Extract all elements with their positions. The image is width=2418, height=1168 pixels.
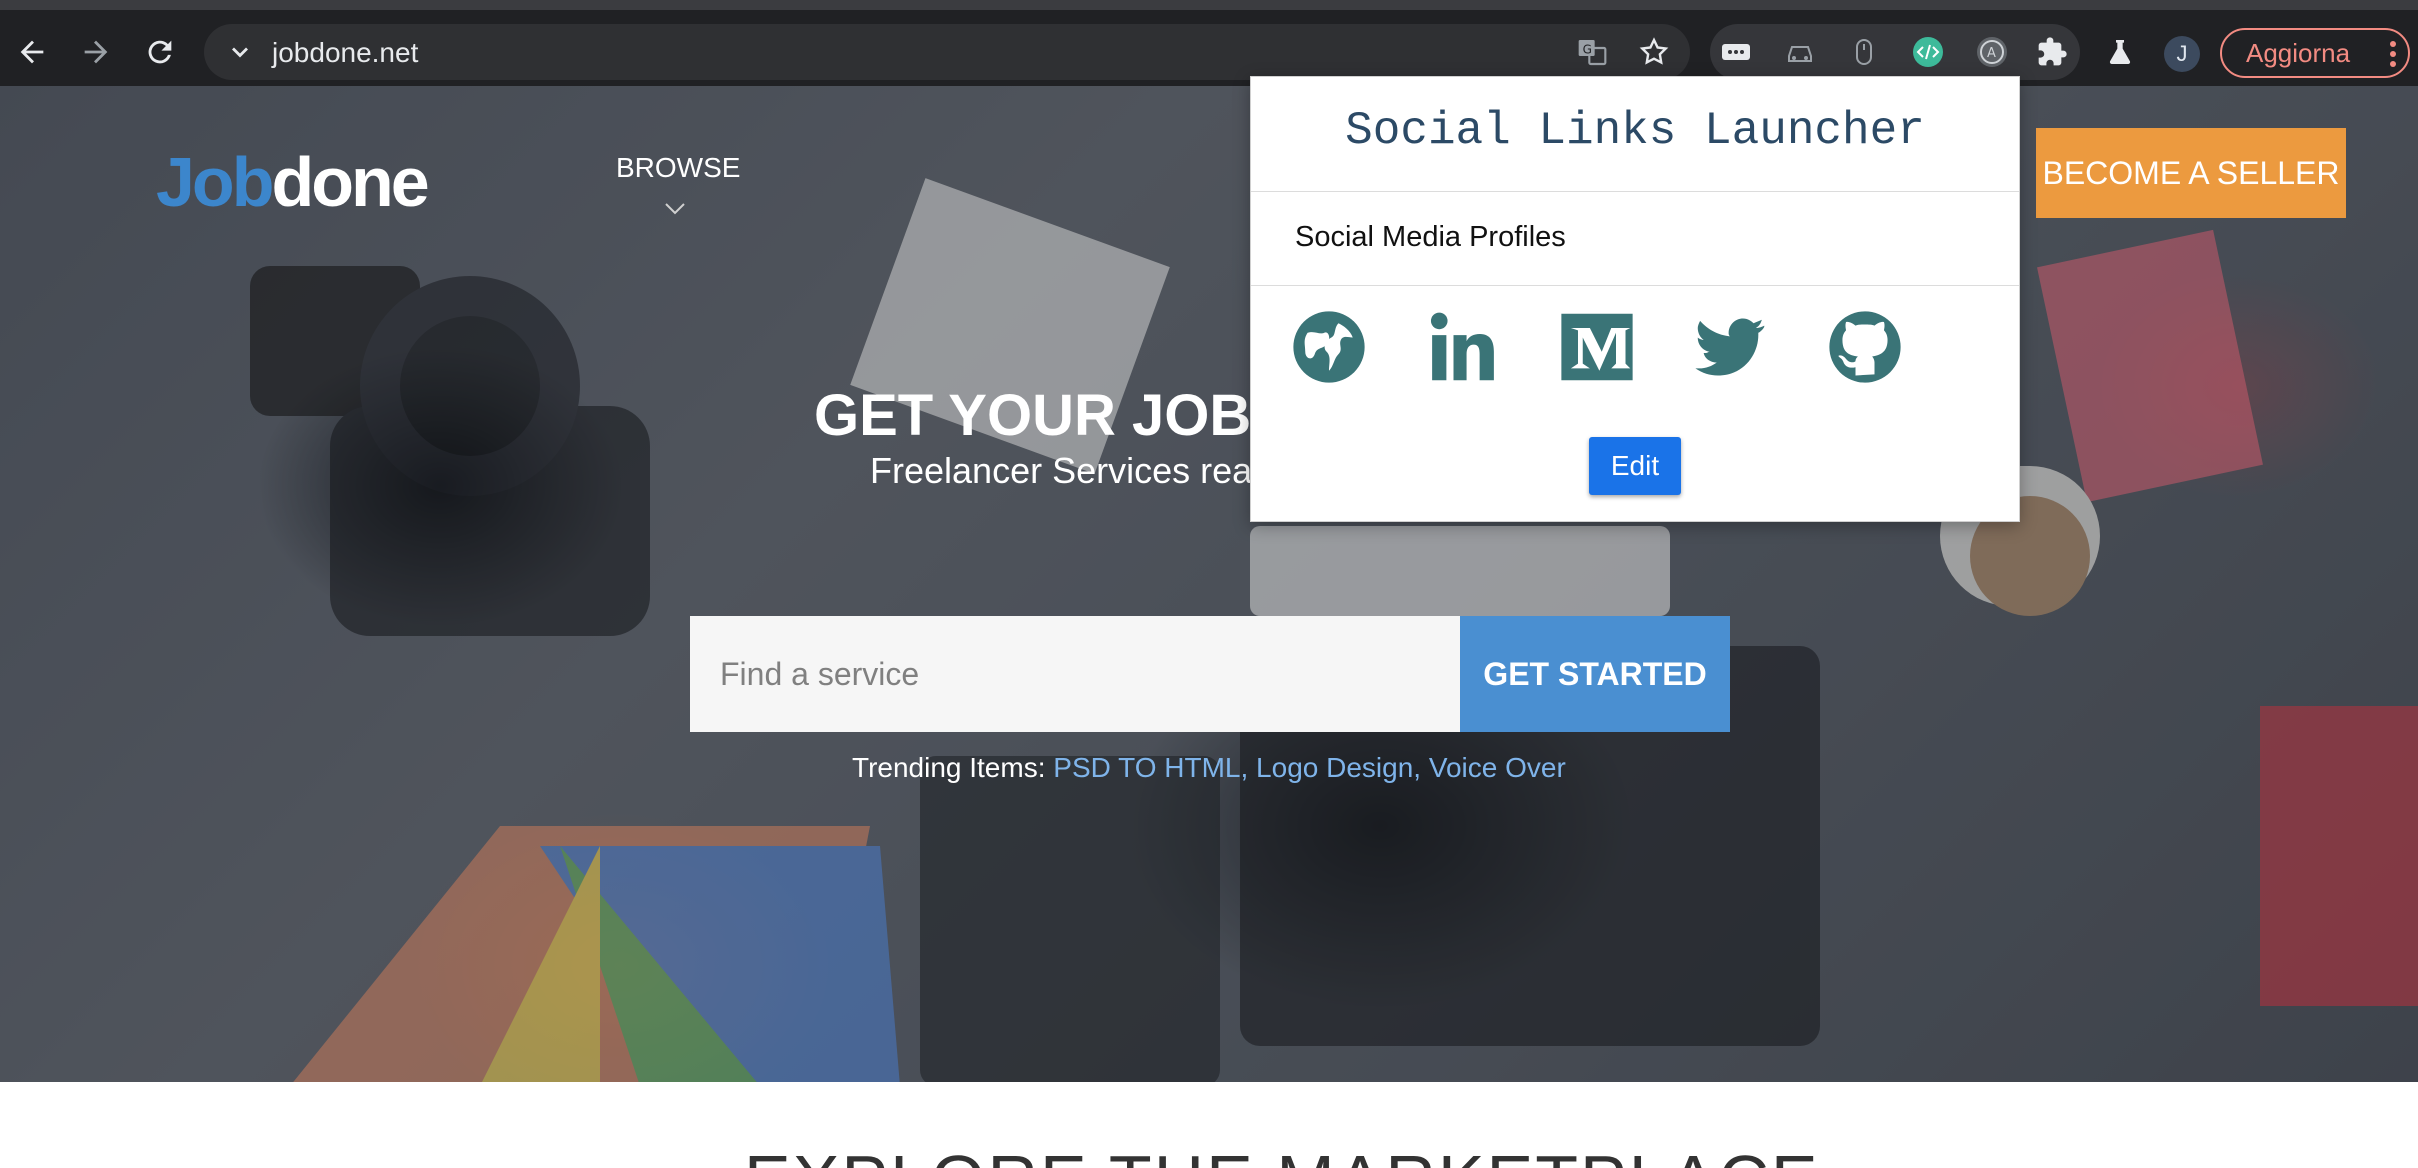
search-input[interactable] [690,616,1460,732]
twitter-icon[interactable] [1693,309,1769,385]
trending-links[interactable]: PSD TO HTML, Logo Design, Voice Over [1053,752,1566,783]
social-launcher-ext-icon[interactable]: A [1976,36,2008,68]
trending-items: Trending Items: PSD TO HTML, Logo Design… [852,752,1566,784]
labs-flask-icon[interactable] [2104,36,2136,68]
browse-menu[interactable]: BROWSE [616,152,740,184]
popup-title: Social Links Launcher [1345,105,1925,157]
jobdone-logo[interactable]: Jobdone [156,142,430,222]
chevron-down-icon[interactable] [664,202,686,216]
forward-button[interactable] [76,32,116,72]
trending-label: Trending Items: [852,752,1046,783]
code-ext-icon[interactable] [1912,36,1944,68]
ext-dots-icon[interactable] [1720,36,1752,68]
svg-text:A: A [1987,46,1996,61]
svg-text:G: G [1583,42,1592,56]
edit-button[interactable]: Edit [1589,437,1681,495]
medium-icon[interactable] [1559,309,1635,385]
linkedin-icon[interactable] [1425,309,1501,385]
car-ext-icon[interactable] [1784,36,1816,68]
divider [1251,191,2019,192]
back-button[interactable] [12,32,52,72]
back-arrow-icon [20,40,44,64]
divider [1251,285,2019,286]
globe-icon[interactable] [1291,309,1367,385]
hero-subline: Freelancer Services rea [870,450,1253,491]
browser-toolbar: jobdone.net G A J Aggiorna [0,0,2418,86]
hero-section: Jobdone BROWSE BECOME A SELLER GET YOUR … [0,86,2418,1082]
social-links-popup: Social Links Launcher Social Media Profi… [1250,76,2020,522]
profile-avatar[interactable]: J [2164,36,2200,72]
explore-title: EXPLORE THE MARKETPLACE [744,1140,1820,1168]
github-icon[interactable] [1827,309,1903,385]
address-bar[interactable]: jobdone.net G [204,24,1690,80]
search-bar: GET STARTED [690,616,1730,732]
bookmark-star-icon[interactable] [1638,36,1670,68]
background-photo [250,178,2418,1082]
chevron-down-icon[interactable] [226,38,254,66]
popup-subtitle: Social Media Profiles [1295,221,1566,253]
become-seller-button[interactable]: BECOME A SELLER [2036,128,2346,218]
url-text[interactable]: jobdone.net [272,37,418,69]
update-button[interactable]: Aggiorna [2220,28,2410,78]
reload-button[interactable] [140,32,180,72]
explore-section: EXPLORE THE MARKETPLACE [0,1082,2418,1168]
browser-menu-icon[interactable] [2390,41,2396,71]
extensions-group: A [1710,24,2080,80]
mouse-ext-icon[interactable] [1848,36,1880,68]
reload-icon [148,40,172,64]
hero-headline: GET YOUR JOB [814,383,1252,448]
get-started-button[interactable]: GET STARTED [1460,616,1730,732]
forward-arrow-icon [84,40,108,64]
translate-icon[interactable]: G [1576,36,1608,68]
puzzle-extensions-icon[interactable] [2036,36,2068,68]
